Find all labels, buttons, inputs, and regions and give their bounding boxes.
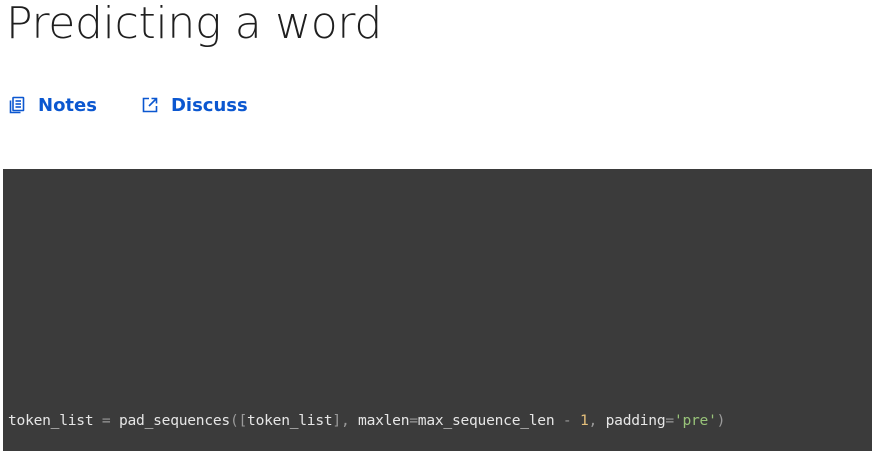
notes-icon [8,96,26,114]
code-token: maxlen [358,412,410,429]
code-token: token_list [247,412,333,429]
video-player[interactable] [3,169,872,451]
code-token: pad_sequences [118,412,230,429]
code-token: = [93,412,119,429]
page-title: Predicting a word [6,0,383,49]
action-links: Notes Discuss [8,92,248,118]
code-token: token_list [8,412,94,429]
code-token: = [409,412,418,429]
external-link-icon [141,96,159,114]
code-token: max_sequence_len [417,412,555,429]
notes-label: Notes [38,94,97,116]
code-token: ([ [229,412,248,429]
discuss-link[interactable]: Discuss [141,95,248,116]
code-token: ) [716,412,726,429]
code-line: token_list = pad_sequences([token_list],… [8,410,725,432]
code-token: - [554,412,580,429]
page: Predicting a word Notes Discuss token_li… [0,0,872,451]
code-token: , [588,412,606,429]
code-token: padding [605,412,666,429]
code-token: ], [332,412,359,429]
discuss-label: Discuss [170,94,248,116]
notes-link[interactable]: Notes [8,95,97,116]
code-token: = [665,412,674,429]
code-token: 1 [580,412,589,429]
code-token: 'pre' [673,412,717,429]
